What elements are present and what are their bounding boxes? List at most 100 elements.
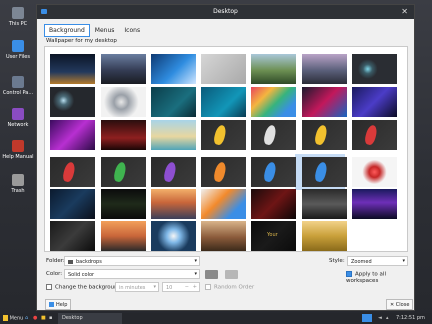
desktop-icon-network[interactable]: Network [0,108,36,128]
wallpaper-thumbnail-magenta-lines[interactable] [50,120,95,150]
random-order-label: Random Order [214,284,255,291]
interval-stepper[interactable]: 10 − + [162,282,200,292]
wallpaper-thumbnail-dark-red-glow[interactable] [251,189,296,219]
color-mode-value: Solid color [68,272,95,278]
desktop-icon-help-manual[interactable]: Help Manual [0,140,36,160]
wallpaper-thumbnail-gray-stroke[interactable] [251,120,296,150]
wallpaper-thumbnail-robot-hand[interactable] [101,87,146,117]
color-mode-select[interactable]: Solid color ▾ [64,269,200,279]
brush-stroke [61,161,77,183]
interval-unit-select[interactable]: in minutes ▾ [115,282,159,292]
wallpaper-thumbnail-yellow-stroke-2[interactable] [302,120,347,150]
tab-icons[interactable]: Icons [119,24,145,37]
desktop-icon-trash[interactable]: Trash [0,174,36,194]
style-select[interactable]: Zoomed ▾ [347,256,408,266]
menu-icon [3,315,8,321]
style-label: Style: [329,258,345,264]
desktop-item-icon [12,174,24,186]
home-icon[interactable]: ⌂ [25,315,28,321]
wallpaper-thumbnail-dark-blue-orb[interactable] [50,87,95,117]
random-order-checkbox[interactable]: Random Order [205,284,254,291]
wallpaper-thumbnail-pink-dots[interactable] [302,87,347,117]
terminal-icon[interactable]: ▪ [49,315,52,321]
desktop-item-icon [12,7,24,19]
primary-color-swatch[interactable] [205,270,218,279]
wallpaper-thumbnail-blue-purple-abstract[interactable] [352,87,397,117]
style-value: Zoomed [351,259,372,265]
window-titlebar[interactable]: Desktop ✕ [37,5,414,19]
wallpaper-thumbnail-dark-tech[interactable] [50,189,95,219]
wallpaper-thumbnail-dark-cave[interactable] [302,189,347,219]
wallpaper-thumbnail-golden-field[interactable] [302,221,347,251]
wallpaper-thumbnail-red-stroke-2[interactable] [50,157,95,187]
wallpaper-thumbnail-yellow-stroke[interactable] [201,120,246,150]
wallpaper-thumbnail-beach[interactable] [151,120,196,150]
wallpaper-thumbnail-code-screen[interactable] [101,189,146,219]
workspace-indicator[interactable] [362,314,372,322]
change-background-checkbox[interactable]: Change the background [46,284,121,291]
wallpaper-thumbnail-purple-stroke[interactable] [151,157,196,187]
window-close-icon[interactable]: ✕ [401,7,408,16]
brush-stroke [212,124,228,146]
desktop-icon-user-files[interactable]: User Files [0,40,36,60]
wallpaper-thumbnail-city-night-reflection[interactable] [352,189,397,219]
desktop-icon-this-pc[interactable]: This PC [0,7,36,27]
secondary-color-swatch[interactable] [225,270,238,279]
settings-tabs: Background Menus Icons [44,24,145,37]
desktop-item-icon [12,40,24,52]
wallpaper-thumbnail-dark-pattern[interactable] [50,221,95,251]
wallpaper-thumbnail-city-lights[interactable] [50,54,95,84]
folder-select[interactable]: backdrops ▾ [64,256,200,266]
help-button[interactable]: Help [45,299,72,310]
apply-all-workspaces-checkbox[interactable]: Apply to all workspaces [346,271,414,284]
folder-label: Folder: [46,258,65,264]
wallpaper-thumbnail-blue-stroke-selected[interactable] [302,157,347,187]
wallpaper-thumbnail-green-stroke[interactable] [101,157,146,187]
wallpaper-thumbnail-sunset-mountain[interactable] [151,189,196,219]
wallpaper-thumbnail-teal-blue[interactable] [201,87,246,117]
brush-stroke [363,124,379,146]
wallpaper-thumbnail-orange-stroke[interactable] [201,157,246,187]
close-button[interactable]: ✕ Close [386,299,414,310]
wallpaper-thumbnail-orange-feather[interactable] [201,189,246,219]
chevron-down-icon: ▾ [402,258,405,264]
wallpaper-thumbnail-purple-peak[interactable] [302,54,347,84]
plus-icon[interactable]: + [193,284,197,290]
wallpaper-thumbnail-dark-gold[interactable]: Your [251,221,296,251]
wallpaper-thumbnail-stonehenge[interactable] [101,221,146,251]
wallpaper-thumbnail-red-stroke[interactable] [352,120,397,150]
wallpaper-thumbnail-blue-stroke[interactable] [251,157,296,187]
wallpaper-thumbnail-brown-hall[interactable] [201,221,246,251]
taskbar-active-window[interactable]: Desktop [58,313,122,324]
wallpaper-thumbnail-mountain-dusk[interactable] [101,54,146,84]
desktop-icon-control-pa[interactable]: Control Pa... [0,76,36,96]
desktop-item-icon [12,76,24,88]
change-background-label: Change the background [55,284,122,291]
menu-button[interactable]: Menu [3,315,23,322]
wallpaper-thumbnail-green-hills[interactable] [251,54,296,84]
wallpaper-thumbnail-gray-blur[interactable] [201,54,246,84]
wallpaper-thumbnail-colorful-face[interactable] [251,87,296,117]
menu-label: Menu [9,315,24,322]
desktop-icon-label: Help Manual [2,154,34,160]
tab-menus[interactable]: Menus [90,24,120,37]
desktop-item-icon [12,140,24,152]
browser-icon[interactable]: ● [33,315,37,321]
desktop-icon-label: Trash [11,188,25,194]
color-label: Color: [46,271,63,277]
thumbnail-caption: Your [267,232,278,238]
wallpaper-thumbnail-teal-dark[interactable] [151,87,196,117]
wallpaper-thumbnail-red-heart[interactable] [352,157,397,187]
chevron-down-icon: ▾ [194,271,197,277]
minus-icon[interactable]: − [185,284,189,290]
volume-icon[interactable]: ◄ [378,315,382,321]
wallpaper-thumbnail-blue-tunnel[interactable] [151,221,196,251]
network-icon[interactable]: ▴ [386,315,389,321]
wallpaper-thumbnail-blue-wave[interactable] [151,54,196,84]
wallpaper-thumbnail-red-forest[interactable] [101,120,146,150]
tab-background[interactable]: Background [44,24,90,37]
wallpaper-thumbnail-dark-orb[interactable] [352,54,397,84]
help-icon [49,302,54,307]
brush-stroke [212,161,228,183]
folder-icon[interactable]: ■ [41,315,46,321]
